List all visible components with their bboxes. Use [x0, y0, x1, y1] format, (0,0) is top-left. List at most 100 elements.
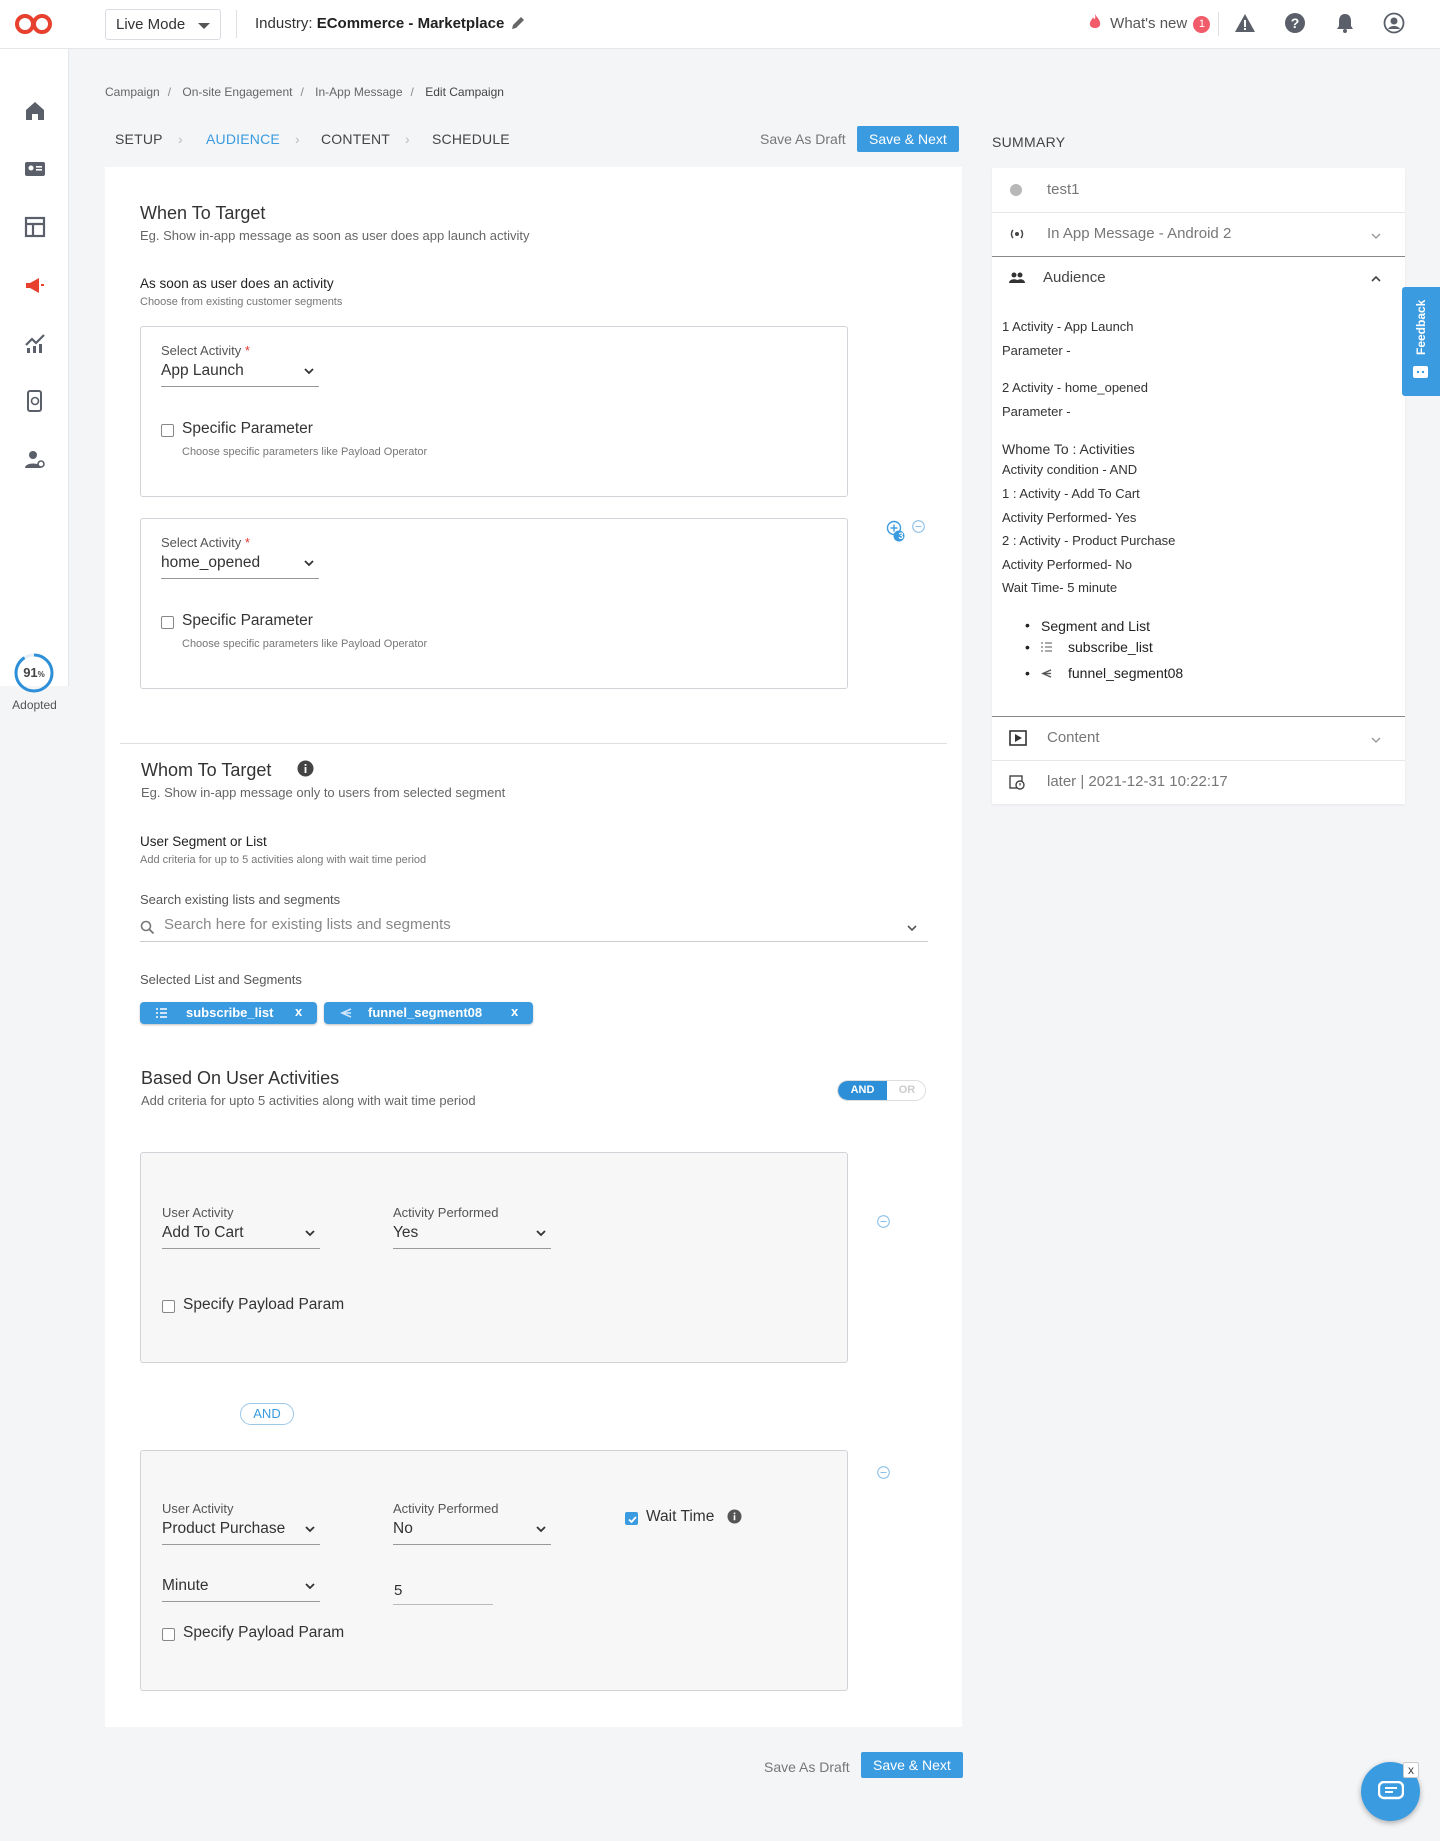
warning-icon[interactable] — [1234, 12, 1256, 34]
feedback-label[interactable]: Feedback — [1402, 287, 1440, 367]
tab-audience[interactable]: AUDIENCE — [197, 131, 281, 169]
specific-parameter-label: Specific Parameter — [182, 612, 313, 629]
divider — [236, 10, 237, 38]
wait-value-input[interactable]: 5 — [393, 1579, 493, 1605]
activity-select-value: App Launch — [161, 362, 244, 379]
based-subtitle: Add criteria for upto 5 activities along… — [141, 1093, 476, 1108]
summary-row-content[interactable]: Content — [992, 717, 1405, 761]
tab-content[interactable]: CONTENT — [321, 131, 390, 169]
summary-line: 1 Activity - App Launch — [1002, 319, 1134, 334]
contacts-icon[interactable] — [23, 157, 47, 181]
chevron-down-icon — [305, 1583, 315, 1590]
info-icon[interactable] — [727, 1509, 742, 1524]
bell-icon[interactable] — [1334, 12, 1356, 34]
chevron-right-icon: › — [295, 131, 300, 147]
wait-time-checkbox[interactable] — [625, 1512, 638, 1525]
user-activity-select[interactable]: Product Purchase — [162, 1520, 320, 1545]
user-account-icon[interactable] — [1383, 12, 1405, 34]
chevron-down-icon — [304, 368, 314, 375]
summary-audience-header[interactable]: Audience — [1043, 269, 1106, 286]
segment-chip[interactable]: subscribe_list x — [140, 1002, 317, 1024]
megaphone-icon[interactable] — [23, 273, 47, 297]
chip-remove-icon[interactable]: x — [511, 1004, 518, 1019]
summary-line: 2 : Activity - Product Purchase — [1002, 533, 1176, 548]
summary-line: 1 : Activity - Add To Cart — [1002, 486, 1140, 501]
when-subtitle: Eg. Show in-app message as soon as user … — [140, 228, 530, 243]
payload-param-checkbox[interactable] — [162, 1300, 175, 1313]
bullet-dot: • — [1025, 617, 1030, 633]
user-activity-select[interactable]: Add To Cart — [162, 1224, 320, 1249]
segment-search-input[interactable]: Search here for existing lists and segme… — [140, 914, 928, 942]
segment-chip[interactable]: funnel_segment08 x — [324, 1002, 533, 1024]
wait-unit-select[interactable]: Minute — [162, 1577, 320, 1602]
save-draft-button[interactable]: Save As Draft — [764, 1759, 850, 1775]
remove-activity-icon[interactable] — [912, 520, 925, 533]
info-icon[interactable] — [297, 760, 314, 777]
summary-card: test1 In App Message - Android 2 Audienc… — [992, 168, 1405, 804]
toggle-or[interactable]: OR — [887, 1081, 925, 1100]
selected-label: Selected List and Segments — [140, 972, 302, 987]
user-activity-box — [140, 1450, 848, 1691]
chip-remove-icon[interactable]: x — [295, 1004, 302, 1019]
wait-time-label: Wait Time — [646, 1508, 715, 1525]
chevron-down-icon[interactable] — [906, 922, 918, 934]
adoption-value: 91 — [23, 665, 38, 680]
breadcrumb-item-campaign[interactable]: Campaign — [105, 85, 160, 99]
breadcrumb-item-onsite[interactable]: On-site Engagement — [182, 85, 292, 99]
brand-logo[interactable] — [14, 12, 54, 36]
list-icon — [1041, 642, 1052, 652]
analytics-icon[interactable] — [23, 331, 47, 355]
activity-performed-select[interactable]: No — [393, 1520, 551, 1545]
tab-schedule[interactable]: SCHEDULE — [432, 131, 510, 169]
search-label: Search existing lists and segments — [140, 892, 341, 907]
chevron-down-icon — [305, 1526, 315, 1533]
specific-parameter-checkbox[interactable] — [161, 424, 174, 437]
help-icon[interactable]: ? — [1284, 12, 1306, 34]
summary-line: Whome To : Activities — [1002, 441, 1135, 457]
remove-activity-icon[interactable] — [877, 1215, 890, 1228]
mode-select[interactable]: Live Mode — [105, 9, 221, 40]
select-activity-label: Select Activity * — [161, 535, 250, 550]
caret-down-icon — [198, 23, 210, 29]
adoption-percent: 91% — [13, 665, 55, 680]
toggle-and[interactable]: AND — [838, 1081, 887, 1100]
when-section-label: As soon as user does an activity — [140, 276, 334, 291]
summary-segment-heading: Segment and List — [1041, 618, 1150, 634]
chip-label: subscribe_list — [186, 1005, 274, 1020]
save-next-button[interactable]: Save & Next — [857, 126, 959, 152]
activity-performed-select[interactable]: Yes — [393, 1224, 551, 1249]
top-bar: Live Mode Industry: ECommerce - Marketpl… — [0, 0, 1440, 49]
whats-new-link[interactable]: What's new 1 — [1088, 13, 1211, 33]
activity-performed-value: No — [393, 1520, 413, 1537]
save-next-button[interactable]: Save & Next — [861, 1752, 963, 1778]
whom-title: Whom To Target — [141, 760, 272, 780]
summary-content: Content — [1047, 729, 1100, 746]
and-or-toggle[interactable]: AND OR — [837, 1080, 926, 1101]
broadcast-icon — [1010, 229, 1024, 239]
divider — [1218, 12, 1219, 36]
mobile-web-icon[interactable] — [23, 389, 47, 413]
close-chat-icon[interactable]: x — [1403, 1762, 1419, 1778]
breadcrumb-item-inapp[interactable]: In-App Message — [315, 85, 402, 99]
summary-line: Parameter - — [1002, 404, 1071, 419]
user-activity-value: Product Purchase — [162, 1520, 286, 1537]
feedback-icon[interactable] — [1412, 365, 1429, 381]
chevron-down-icon[interactable] — [1370, 230, 1382, 242]
chevron-down-icon[interactable] — [1370, 734, 1382, 746]
remove-activity-icon[interactable] — [877, 1466, 890, 1479]
list-icon — [156, 1008, 167, 1018]
payload-param-checkbox[interactable] — [162, 1628, 175, 1641]
activity-select[interactable]: App Launch — [161, 362, 319, 387]
flame-icon — [1089, 14, 1101, 28]
save-draft-button[interactable]: Save As Draft — [760, 131, 846, 147]
specific-parameter-checkbox[interactable] — [161, 616, 174, 629]
chevron-up-icon[interactable] — [1370, 273, 1382, 285]
summary-row-channel[interactable]: In App Message - Android 2 — [992, 213, 1405, 257]
pencil-icon[interactable] — [510, 15, 526, 31]
activity-select[interactable]: home_opened — [161, 554, 319, 579]
industry-label: Industry: ECommerce - Marketplace — [255, 15, 504, 32]
user-settings-icon[interactable] — [23, 447, 47, 471]
tab-setup[interactable]: SETUP — [115, 131, 163, 169]
layout-icon[interactable] — [23, 215, 47, 239]
home-icon[interactable] — [23, 99, 47, 123]
